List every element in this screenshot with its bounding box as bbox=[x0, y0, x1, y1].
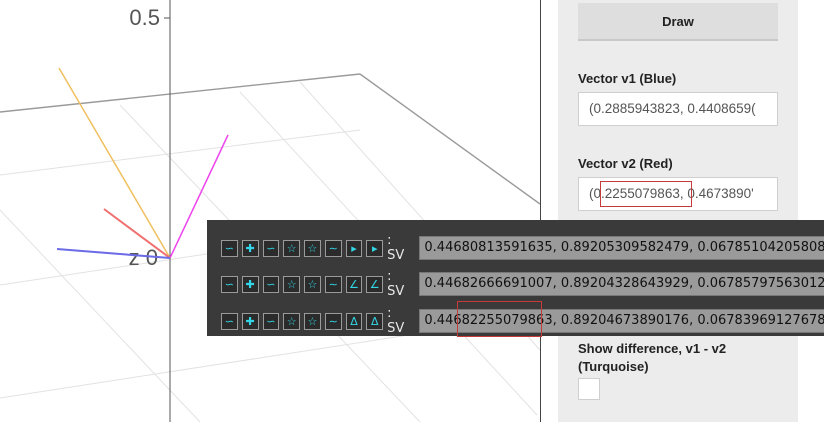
3d-plot-canvas[interactable]: 0.5 z 0 bbox=[0, 0, 540, 422]
sv-row-1: ∽ ✚ ∽ ☆ ☆ ∼ ▸ ▸ : SV 0.44680813591635, 0… bbox=[221, 233, 824, 263]
sv-value-field[interactable]: 0.44682666691007, 0.89204328643929, 0.06… bbox=[419, 272, 824, 296]
vector-v2-label: Vector v2 (Red) bbox=[578, 156, 673, 171]
chart-4-icon[interactable]: ☆ bbox=[283, 275, 301, 293]
sv-value-field[interactable]: 0.44680813591635, 0.89205309582479, 0.06… bbox=[419, 236, 824, 260]
chart-5-icon[interactable]: ☆ bbox=[304, 275, 321, 293]
v2-highlight-box bbox=[600, 181, 692, 207]
show-difference-checkbox[interactable] bbox=[578, 378, 600, 400]
chart-6-icon[interactable]: ∼ bbox=[324, 275, 342, 293]
sv-row-label: : SV bbox=[387, 269, 405, 299]
panel-divider bbox=[540, 0, 541, 422]
chart-7-icon[interactable]: ▸ bbox=[345, 239, 363, 257]
sv-panel: ∽ ✚ ∽ ☆ ☆ ∼ ▸ ▸ : SV 0.44680813591635, 0… bbox=[207, 220, 824, 337]
chart-8-icon[interactable]: ▸ bbox=[366, 239, 384, 257]
chart-5-icon[interactable]: ☆ bbox=[304, 239, 321, 257]
chart-3-icon[interactable]: ∽ bbox=[262, 275, 280, 293]
z-tick-label: 0.5 bbox=[129, 5, 160, 30]
chart-3-icon[interactable]: ∽ bbox=[262, 239, 280, 257]
diff-label-line1: Show difference, v1 - v2 bbox=[578, 341, 727, 356]
sv-highlight-box bbox=[457, 301, 542, 337]
chart-4-icon[interactable]: ☆ bbox=[283, 239, 301, 257]
chart-8-icon[interactable]: ∠ bbox=[366, 275, 384, 293]
chart-4-icon[interactable]: ☆ bbox=[283, 312, 301, 330]
chart-3-icon[interactable]: ∽ bbox=[262, 312, 280, 330]
plot-box bbox=[0, 73, 540, 205]
chart-1-icon[interactable]: ∽ bbox=[221, 275, 238, 293]
chart-2-icon[interactable]: ✚ bbox=[241, 239, 259, 257]
chart-1-icon[interactable]: ∽ bbox=[221, 312, 238, 330]
chart-2-icon[interactable]: ✚ bbox=[241, 312, 259, 330]
chart-6-icon[interactable]: ∼ bbox=[324, 312, 342, 330]
chart-1-icon[interactable]: ∽ bbox=[221, 239, 238, 257]
control-panel: Draw Vector v1 (Blue) (0.2885943823, 0.4… bbox=[558, 0, 798, 422]
chart-7-icon[interactable]: Δ bbox=[345, 312, 363, 330]
chart-5-icon[interactable]: ☆ bbox=[304, 312, 321, 330]
sv-row-label: : SV bbox=[387, 233, 405, 263]
diff-label-line2: (Turquoise) bbox=[578, 359, 649, 374]
sv-row-label: : SV bbox=[387, 306, 405, 336]
vector-v1-input[interactable]: (0.2885943823, 0.4408659( bbox=[578, 92, 778, 126]
chart-8-icon[interactable]: Δ bbox=[366, 312, 384, 330]
draw-button[interactable]: Draw bbox=[578, 3, 778, 41]
chart-6-icon[interactable]: ∼ bbox=[324, 239, 342, 257]
sv-row-2: ∽ ✚ ∽ ☆ ☆ ∼ ∠ ∠ : SV 0.44682666691007, 0… bbox=[221, 269, 824, 299]
chart-7-icon[interactable]: ∠ bbox=[345, 275, 363, 293]
chart-2-icon[interactable]: ✚ bbox=[241, 275, 259, 293]
vector-v1-label: Vector v1 (Blue) bbox=[578, 71, 677, 86]
